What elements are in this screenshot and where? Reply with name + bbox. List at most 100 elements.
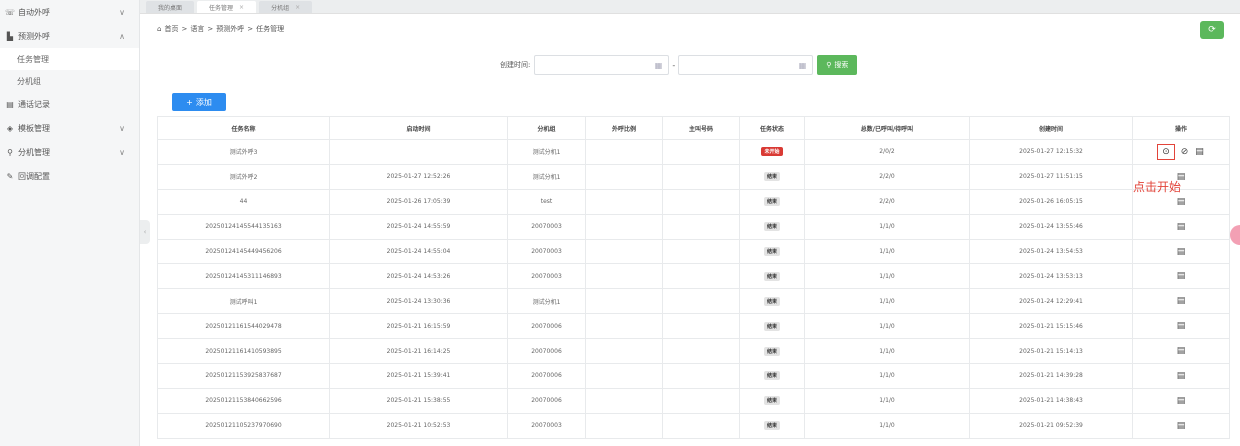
cell-created: 2025-01-24 13:54:53: [969, 238, 1133, 265]
cell-counts: 1/1/0: [804, 412, 970, 439]
cell-name: 测试外呼2: [157, 163, 330, 190]
cell-name: 测试外呼3: [157, 139, 330, 165]
task-detail-icon[interactable]: ▤: [1176, 247, 1187, 257]
sidebar-item-call-records[interactable]: ▤ 通话记录: [0, 92, 139, 116]
tab-extension-group[interactable]: 分机组 ×: [259, 1, 313, 13]
start-date-input[interactable]: ▦: [534, 55, 670, 75]
cell-caller: [662, 412, 740, 439]
click-start-annotation: 点击开始: [1133, 180, 1182, 194]
cell-created: 2025-01-24 12:29:41: [969, 288, 1133, 315]
cell-counts: 1/1/0: [804, 363, 970, 389]
cell-actions: ▤: [1132, 412, 1230, 439]
row-actions: ▤: [1176, 222, 1187, 232]
cell-ratio: [585, 412, 663, 439]
breadcrumb: ⌂ 首页 > 语言 > 预测外呼 > 任务管理: [157, 22, 284, 36]
task-table: 任务名称 启动时间 分机组 外呼比例 主叫号码 任务状态 总数/已呼叫/待呼叫 …: [157, 116, 1230, 439]
cell-created: 2025-01-21 14:38:43: [969, 387, 1133, 414]
cell-ratio: [585, 163, 663, 190]
date-range-separator: -: [672, 60, 676, 70]
cell-status: 结束: [739, 338, 805, 365]
cell-created: 2025-01-24 13:55:46: [969, 213, 1133, 240]
cell-counts: 1/1/0: [804, 263, 970, 290]
cell-status: 结束: [739, 263, 805, 290]
close-icon[interactable]: ×: [239, 4, 244, 11]
sidebar-item-predictive-call[interactable]: ▙ 预测外呼 ∧: [0, 24, 139, 48]
cell-created: 2025-01-21 14:39:28: [969, 363, 1133, 389]
task-detail-icon[interactable]: ▤: [1176, 371, 1187, 381]
cell-caller: [662, 163, 740, 190]
created-time-label: 创建时间:: [500, 61, 531, 69]
sidebar-subitem-task-management[interactable]: 任务管理: [0, 48, 139, 70]
status-badge: 结束: [763, 296, 780, 306]
add-task-button[interactable]: + 添加: [172, 93, 226, 111]
cell-actions: ▤: [1132, 387, 1230, 414]
tab-label: 分机组: [271, 4, 290, 12]
task-detail-icon[interactable]: ▤: [1176, 321, 1187, 331]
table-row: 20250124145311146893 2025-01-24 14:53:26 2…: [157, 263, 1230, 290]
sidebar-item-template-management[interactable]: ◈ 模板管理 ∨: [0, 116, 139, 140]
cell-start: 2025-01-27 12:52:26: [329, 163, 508, 190]
task-detail-icon[interactable]: ▤: [1176, 197, 1187, 207]
cell-status: 结束: [739, 238, 805, 265]
task-detail-icon[interactable]: ▤: [1176, 271, 1187, 281]
cell-group: 测试分机1: [507, 139, 586, 165]
cell-status: 未开始: [739, 139, 805, 165]
cell-counts: 1/1/0: [804, 288, 970, 315]
calendar-icon: ▦: [798, 61, 807, 70]
sidebar-item-callback-config[interactable]: ✎ 回调配置: [0, 164, 139, 188]
row-actions: ▤: [1176, 271, 1187, 281]
status-badge: 结束: [763, 222, 780, 232]
cell-ratio: [585, 188, 663, 215]
cell-ratio: [585, 139, 663, 165]
template-icon: ◈: [6, 123, 14, 133]
breadcrumb-item[interactable]: 语言: [190, 24, 204, 34]
breadcrumb-separator: >: [207, 25, 214, 33]
status-badge: 未开始: [761, 147, 783, 157]
sidebar-subitem-extension-group[interactable]: 分机组: [0, 70, 139, 92]
table-row: 20250124145544135163 2025-01-24 14:55:59 2…: [157, 213, 1230, 240]
tab-desktop[interactable]: 我的桌面: [146, 1, 195, 13]
task-detail-icon[interactable]: ▤: [1176, 222, 1187, 232]
status-badge: 结束: [763, 371, 780, 381]
column-header: 总数/已呼叫/待呼叫: [804, 116, 970, 140]
cell-ratio: [585, 213, 663, 240]
cell-counts: 1/1/0: [804, 338, 970, 365]
task-detail-icon[interactable]: ▤: [1176, 396, 1187, 406]
tab-task-management[interactable]: 任务管理 ×: [197, 1, 257, 13]
task-detail-icon[interactable]: ▤: [1176, 296, 1187, 306]
task-detail-icon[interactable]: ▤: [1176, 421, 1187, 431]
task-detail-icon[interactable]: ▤: [1176, 346, 1187, 356]
cell-start: 2025-01-24 14:55:59: [329, 213, 508, 240]
status-badge: 结束: [763, 197, 780, 207]
row-actions: ▤: [1176, 371, 1187, 381]
floating-assistant-button[interactable]: [1230, 225, 1240, 245]
sidebar-item-label: 通话记录: [18, 99, 50, 109]
cell-group: 20070006: [507, 363, 586, 389]
chevron-down-icon: ∨: [119, 123, 125, 133]
search-button[interactable]: ⚲ 搜索: [817, 55, 858, 75]
cell-created: 2025-01-26 16:05:15: [969, 188, 1133, 215]
sidebar-item-extension-management[interactable]: ⚲ 分机管理 ∨: [0, 140, 139, 164]
refresh-button[interactable]: ⟳: [1200, 21, 1224, 39]
cell-counts: 1/1/0: [804, 238, 970, 265]
task-detail-icon[interactable]: ▤: [1194, 147, 1205, 157]
cell-start: 2025-01-21 16:14:25: [329, 338, 508, 365]
breadcrumb-item[interactable]: 首页: [164, 24, 178, 34]
end-date-input[interactable]: ▦: [678, 55, 814, 75]
table-row: 20250121153925837687 2025-01-21 15:39:41 2…: [157, 363, 1230, 389]
breadcrumb-item[interactable]: 预测外呼: [216, 24, 244, 34]
cell-name: 20250124145544135163: [157, 213, 330, 240]
close-icon[interactable]: ×: [295, 4, 300, 11]
sidebar-item-auto-call[interactable]: ☏ 自动外呼 ∨: [0, 0, 139, 24]
chevron-down-icon: ∨: [119, 147, 125, 157]
table-row: 20250121105237970690 2025-01-21 10:52:53 2…: [157, 412, 1230, 439]
sidebar-item-label: 回调配置: [18, 171, 50, 181]
cell-caller: [662, 238, 740, 265]
sidebar-collapse-handle[interactable]: ‹: [140, 220, 150, 244]
column-header: 分机组: [507, 116, 586, 140]
start-task-icon[interactable]: ⊙: [1157, 143, 1175, 160]
stop-task-icon[interactable]: ⊘: [1179, 147, 1190, 157]
cell-group: 20070006: [507, 338, 586, 365]
cell-group: 20070006: [507, 387, 586, 414]
status-badge: 结束: [763, 172, 780, 182]
